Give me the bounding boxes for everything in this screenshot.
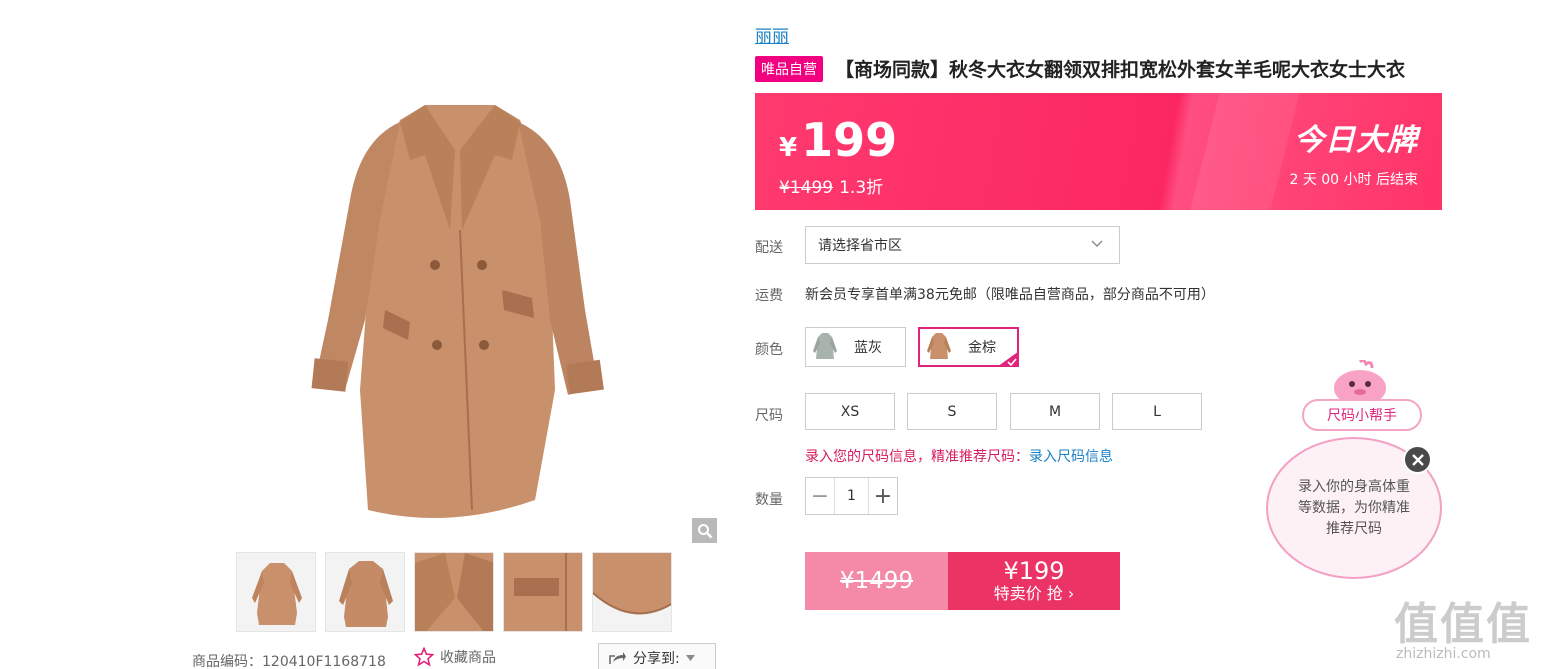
shipping-label: 运费 xyxy=(755,288,783,304)
size-hint: 录入您的尺码信息，精准推荐尺码：录入尺码信息 xyxy=(805,446,1113,466)
zoom-button[interactable] xyxy=(692,518,717,543)
size-info-link[interactable]: 录入尺码信息 xyxy=(1029,449,1113,465)
quantity-value[interactable]: 1 xyxy=(834,478,869,514)
buy-button-action: 特卖价 抢 › xyxy=(993,584,1075,603)
buy-button-original-price: ¥1499 xyxy=(805,552,948,610)
favorite-button[interactable]: 收藏商品 xyxy=(414,647,496,667)
buy-button-main[interactable]: ¥199 特卖价 抢 › xyxy=(948,552,1120,610)
banner-decoration xyxy=(1190,93,1300,210)
quantity-decrease-button[interactable]: − xyxy=(806,478,834,514)
promo-name: 今日大牌 xyxy=(1294,123,1418,158)
current-price: ¥ 199 xyxy=(779,113,897,167)
share-dropdown[interactable]: 分享到: xyxy=(598,643,716,669)
product-title: 【商场同款】秋冬大衣女翻领双排扣宽松外套女羊毛呢大衣女士大衣 xyxy=(835,59,1406,81)
chevron-down-icon xyxy=(1091,240,1103,247)
share-label: 分享到: xyxy=(633,651,680,667)
size-option-m[interactable]: M xyxy=(1010,393,1100,430)
color-option-label: 金棕 xyxy=(968,340,996,356)
main-product-image[interactable] xyxy=(190,30,720,545)
color-option-bluegray[interactable]: 蓝灰 xyxy=(805,327,906,367)
size-helper-bubble-text: 录入你的身高体重等数据，为你精准推荐尺码 xyxy=(1298,478,1410,537)
product-meta-row: 商品编码：120410F1168718 收藏商品 分享到: xyxy=(192,643,722,669)
self-operated-badge: 唯品自营 xyxy=(755,55,823,82)
sku-code: 商品编码：120410F1168718 xyxy=(192,654,386,669)
coat-illustration xyxy=(311,105,604,518)
thumbnail-strip xyxy=(236,552,672,632)
shipping-text: 新会员专享首单满38元免邮（限唯品自营商品，部分商品不可用） xyxy=(805,287,1215,303)
region-select[interactable]: 请选择省市区 xyxy=(805,226,1120,264)
delivery-label: 配送 xyxy=(755,240,783,256)
original-price-row: ¥1499 1.3折 xyxy=(779,173,883,198)
watermark-url: zhizhizhi.com xyxy=(1396,646,1491,662)
buy-button[interactable]: ¥1499 ¥199 特卖价 抢 › xyxy=(805,552,1120,610)
share-icon xyxy=(609,652,626,664)
mascot-icon xyxy=(1334,360,1386,404)
size-helper-button[interactable]: 尺码小帮手 xyxy=(1302,399,1422,431)
caret-down-icon xyxy=(685,655,695,661)
discount-rate: 1.3折 xyxy=(839,178,884,198)
thumbnail-back[interactable] xyxy=(325,552,405,632)
thumbnail-front[interactable] xyxy=(236,552,316,632)
quantity-increase-button[interactable]: + xyxy=(869,478,897,514)
favorite-label: 收藏商品 xyxy=(440,650,496,666)
thumbnail-collar[interactable] xyxy=(414,552,494,632)
quantity-stepper: − 1 + xyxy=(805,477,898,515)
color-swatch-goldbrown xyxy=(926,331,952,363)
thumbnail-pocket[interactable] xyxy=(503,552,583,632)
selected-check-icon xyxy=(997,351,1019,367)
region-select-value: 请选择省市区 xyxy=(818,238,902,254)
thumbnail-hem[interactable] xyxy=(592,552,672,632)
color-option-label: 蓝灰 xyxy=(854,340,882,356)
current-price-value: 199 xyxy=(801,113,898,167)
original-price: ¥1499 xyxy=(779,178,834,198)
close-icon xyxy=(1411,453,1424,466)
size-hint-text: 录入您的尺码信息，精准推荐尺码： xyxy=(805,449,1029,465)
brand-link[interactable]: 丽丽 xyxy=(755,22,789,47)
watermark-logo: 值值值 xyxy=(1394,599,1532,650)
magnifier-icon xyxy=(697,523,712,538)
bubble-close-button[interactable] xyxy=(1403,445,1432,474)
price-banner: ¥ 199 ¥1499 1.3折 今日大牌 2 天 00 小时 后结束 xyxy=(755,93,1442,210)
star-icon xyxy=(414,647,434,667)
size-label: 尺码 xyxy=(755,408,783,424)
color-option-goldbrown[interactable]: 金棕 xyxy=(918,327,1019,367)
size-option-xs[interactable]: XS xyxy=(805,393,895,430)
size-option-s[interactable]: S xyxy=(907,393,997,430)
color-label: 颜色 xyxy=(755,342,783,358)
countdown: 2 天 00 小时 后结束 xyxy=(1289,172,1418,188)
buy-button-price: ¥199 xyxy=(1003,557,1065,585)
quantity-label: 数量 xyxy=(755,492,783,508)
title-row: 唯品自营 【商场同款】秋冬大衣女翻领双排扣宽松外套女羊毛呢大衣女士大衣 xyxy=(755,55,1405,82)
color-swatch-bluegray xyxy=(812,331,838,363)
currency-symbol: ¥ xyxy=(779,133,798,163)
size-option-l[interactable]: L xyxy=(1112,393,1202,430)
